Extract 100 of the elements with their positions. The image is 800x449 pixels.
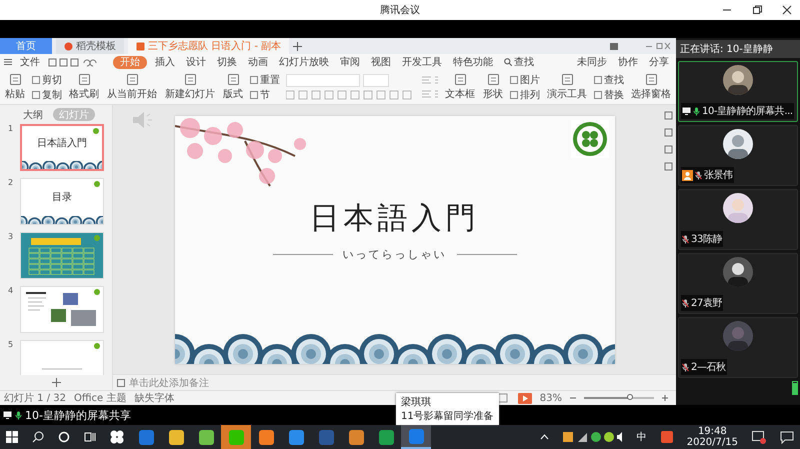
slide-number: 3 [8,232,14,241]
app-icon[interactable] [660,431,673,443]
tray-icons[interactable] [562,431,623,443]
slide-title: 日本語入門 [310,200,480,238]
menu-tab[interactable]: 开发工具 [399,56,445,68]
ribbon-button[interactable]: 复制 [32,88,62,100]
document-icon [226,73,240,86]
ribbon-button[interactable]: 文本框 [444,73,476,101]
participant-name: 2—石秋 [691,360,726,374]
add-slide-icon[interactable] [52,378,60,387]
chevron-up-icon[interactable] [540,434,549,440]
toolbar-button[interactable]: 未同步 [574,56,610,68]
slide-number: 2 [8,178,14,187]
logo-icon [94,235,100,241]
participant-name: 33陈静 [691,233,722,246]
menu-tab[interactable]: 文件 [17,56,43,68]
clock-date: 2020/7/15 [686,437,738,448]
ribbon-button[interactable]: 演示工具 [546,73,588,101]
slide-number: 1 [8,124,14,133]
zoom-out-icon[interactable] [570,395,576,401]
document-icon [560,73,574,86]
zoom-percentage[interactable]: 83% [540,392,562,404]
ribbon-button[interactable]: 查找 [594,74,624,86]
pane-tab[interactable]: 大纲 [17,108,49,121]
action-center-icon[interactable] [780,430,794,444]
ribbon-button[interactable]: 重置 [250,74,280,86]
participant-name: 27袁野 [691,296,722,310]
windows-logo-icon[interactable] [6,431,18,443]
ribbon-button[interactable]: 新建幻灯片 [164,73,216,101]
participant-tile[interactable]: 10-皇静静的屏幕共... [678,61,798,122]
play-icon[interactable] [518,392,532,404]
input-method-indicator[interactable]: 中 [636,430,647,444]
slide-thumbnail[interactable]: 日本語入門 [20,124,104,171]
speaking-banner: 正在讲话: 10-皇静静 [676,40,800,58]
participant-tile[interactable]: 33陈静 [678,189,798,250]
ribbon-button[interactable]: 粘贴 [4,73,26,101]
window-controls-icon[interactable] [610,42,670,50]
toolbar-button[interactable]: 分享 [646,56,672,68]
microphone-icon [15,410,22,420]
font-size-field[interactable] [363,74,389,87]
window-title: 腾讯会议 [380,4,420,17]
logo-icon [94,181,100,187]
document-icon [184,73,196,86]
participant-name: 张景伟 [704,168,733,182]
slide-subtitle: いってらっしゃい [342,246,446,262]
taskbar-app[interactable] [401,425,431,449]
participant-name: 10-皇静静的屏幕共... [702,104,793,118]
slide-thumbnail[interactable]: 目录 [20,178,104,225]
search-button[interactable]: 查找 [501,56,537,68]
toolbar-button[interactable]: 协作 [615,56,641,68]
participant-tile[interactable]: 2—石秋 [678,317,798,378]
menu-tab[interactable]: 切换 [214,56,240,68]
ribbon-button[interactable]: 排列 [510,88,540,100]
ribbon-button[interactable]: 形状 [482,73,504,101]
slide-thumbnail[interactable] [20,340,104,375]
ribbon-button[interactable]: 版式 [222,73,244,101]
menu-icon[interactable] [4,58,12,66]
ribbon-button[interactable]: 替换 [594,88,624,100]
close-icon[interactable] [782,5,792,15]
document-icon [486,73,500,86]
restore-icon[interactable] [752,5,762,15]
slide-number: 4 [8,286,14,295]
slide-number: 5 [8,340,14,349]
document-icon [454,73,466,86]
thumbnail-title: 日本語入門 [37,136,87,150]
add-tab-icon[interactable] [293,42,302,50]
task-view-icon[interactable] [84,431,96,443]
ribbon-button[interactable]: 剪切 [32,74,62,86]
menu-tab[interactable]: 审阅 [337,56,363,68]
ribbon-button[interactable]: 选择窗格 [630,73,672,101]
document-tab[interactable]: 稻壳模板 [56,38,124,54]
participant-tile[interactable]: 张景伟 [678,125,798,186]
menu-tab[interactable]: 设计 [183,56,209,68]
ribbon-button[interactable]: 节 [250,88,280,100]
menu-tab[interactable]: 幻灯片放映 [276,56,332,68]
circle-icon[interactable] [58,431,70,443]
mic-level-meter [792,381,798,395]
document-icon [8,73,22,86]
ribbon-button[interactable]: 从当前开始 [106,73,158,101]
participant-tile[interactable]: 27袁野 [678,253,798,314]
ribbon-button[interactable]: 格式刷 [68,73,100,101]
menu-tab[interactable]: 特色功能 [450,56,496,68]
menu-tab[interactable]: 视图 [368,56,394,68]
menu-tab[interactable]: 动画 [245,56,271,68]
document-icon [644,73,658,86]
menu-tab[interactable]: 插入 [152,56,178,68]
notification-icon[interactable] [752,430,766,444]
logo-icon [94,343,100,349]
font-name-field[interactable] [286,74,360,87]
search-icon [504,58,512,66]
zoom-in-icon[interactable] [662,395,668,401]
screen-share-label: 10-皇静静的屏幕共享 [25,408,131,422]
search-icon[interactable] [32,431,44,443]
tooltip-text: 梁琪琪 [401,396,432,409]
ribbon-button[interactable]: 图片 [510,74,540,86]
notes-icon [117,378,125,386]
document-icon [78,73,90,86]
document-icon [126,73,138,86]
logo-icon [94,289,100,295]
logo-icon [93,128,99,134]
